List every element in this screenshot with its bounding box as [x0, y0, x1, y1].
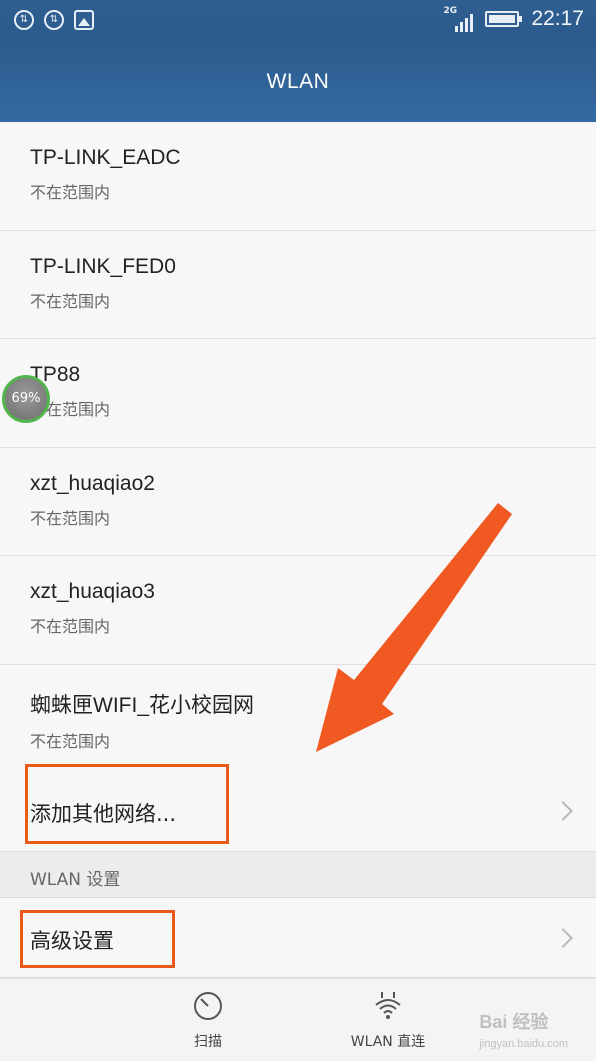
wifi-direct-icon — [375, 992, 401, 1019]
scan-label: 扫描 — [194, 1034, 222, 1050]
floating-memory-badge[interactable]: 69% — [2, 375, 50, 423]
arrow-shape — [316, 503, 512, 752]
scan-icon — [194, 992, 222, 1020]
watermark-text: Bai 经验 — [479, 1012, 549, 1032]
watermark-subtext: jingyan.baidu.com — [479, 1038, 568, 1050]
scan-button[interactable]: 扫描 — [148, 989, 268, 1051]
baidu-watermark: Bai 经验 jingyan.baidu.com — [479, 1008, 568, 1050]
wlan-direct-button[interactable]: WLAN 直连 — [328, 989, 448, 1051]
wlan-direct-label: WLAN 直连 — [350, 1034, 426, 1050]
annotation-arrow — [316, 503, 512, 752]
badge-percentage: 69% — [11, 391, 41, 406]
